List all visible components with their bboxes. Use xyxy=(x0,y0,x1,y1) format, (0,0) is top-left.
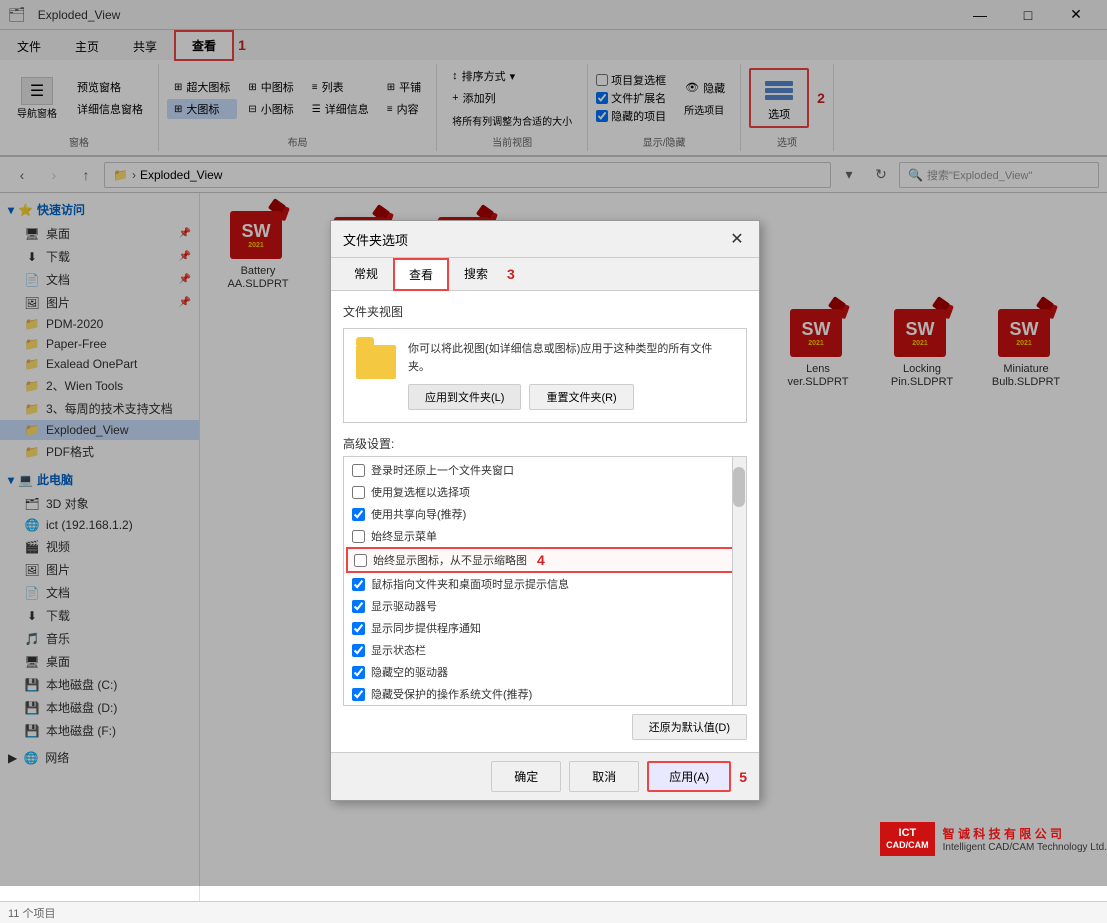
sharing-wizard-label: 使用共享向导(推荐) xyxy=(371,506,466,522)
watermark-cadcam: CAD/CAM xyxy=(886,840,929,852)
adv-item-checkbox-select[interactable]: 使用复选框以选择项 xyxy=(346,481,744,503)
always-icons-check[interactable] xyxy=(354,554,367,567)
status-bar-adv-label: 显示状态栏 xyxy=(371,642,426,658)
drive-letter-label: 显示驱动器号 xyxy=(371,598,437,614)
advanced-list-scrollbar[interactable] xyxy=(732,457,746,705)
status-bar: 11 个项目 xyxy=(0,901,1107,923)
adv-item-always-menu[interactable]: 始终显示菜单 xyxy=(346,525,744,547)
folder-view-description: 你可以将此视图(如详细信息或图标)应用于这种类型的所有文件夹。 应用到文件夹(L… xyxy=(408,341,734,410)
tooltip-label: 鼠标指向文件夹和桌面项时显示提示信息 xyxy=(371,576,569,592)
adv-item-sync-provider[interactable]: 显示同步提供程序通知 xyxy=(346,617,744,639)
reset-defaults-container: 还原为默认值(D) xyxy=(343,714,747,740)
watermark-company-cn: 智 诚 科 技 有 限 公 司 xyxy=(943,825,1107,842)
always-icons-label: 始终显示图标，从不显示缩略图 xyxy=(373,552,527,568)
checkbox-select-check[interactable] xyxy=(352,486,365,499)
sync-provider-check[interactable] xyxy=(352,622,365,635)
hide-empty-drives-label: 隐藏空的驱动器 xyxy=(371,664,448,680)
dialog-close-button[interactable]: ✕ xyxy=(727,229,747,249)
step3-label: 3 xyxy=(507,266,515,282)
watermark-ict: ICT xyxy=(886,826,929,840)
hide-protected-label: 隐藏受保护的操作系统文件(推荐) xyxy=(371,686,532,702)
reset-folders-button[interactable]: 重置文件夹(R) xyxy=(529,384,633,410)
adv-item-hidden-files-folder: 隐藏文件和文件夹 xyxy=(346,705,744,706)
adv-item-drive-letter[interactable]: 显示驱动器号 xyxy=(346,595,744,617)
advanced-title: 高级设置: xyxy=(343,435,747,452)
drive-letter-check[interactable] xyxy=(352,600,365,613)
dialog-content: 文件夹视图 你可以将此视图(如详细信息或图标)应用于这种类型的所有文件夹。 应用… xyxy=(331,291,759,752)
watermark-logo: ICT CAD/CAM xyxy=(880,822,935,856)
step5-label: 5 xyxy=(739,769,747,785)
status-bar-check[interactable] xyxy=(352,644,365,657)
adv-item-always-icons[interactable]: 始终显示图标，从不显示缩略图 4 xyxy=(346,547,744,573)
dialog-tab-view[interactable]: 查看 xyxy=(393,258,449,291)
dialog-tabs: 常规 查看 搜索 3 xyxy=(331,258,759,291)
cancel-button[interactable]: 取消 xyxy=(569,761,639,792)
advanced-list: 登录时还原上一个文件夹窗口 使用复选框以选择项 使用共享向导(推荐) 始终显示菜… xyxy=(343,456,747,706)
watermark-text-block: 智 诚 科 技 有 限 公 司 Intelligent CAD/CAM Tech… xyxy=(943,825,1107,853)
dialog-footer: 确定 取消 应用(A) 5 xyxy=(331,752,759,800)
folder-options-dialog: 文件夹选项 ✕ 常规 查看 搜索 3 文件夹视图 你可以将此视图(如详细信息或图… xyxy=(330,220,760,801)
folder-view-box: 你可以将此视图(如详细信息或图标)应用于这种类型的所有文件夹。 应用到文件夹(L… xyxy=(343,328,747,423)
adv-item-hide-protected[interactable]: 隐藏受保护的操作系统文件(推荐) xyxy=(346,683,744,705)
reset-defaults-button[interactable]: 还原为默认值(D) xyxy=(632,714,747,740)
always-menu-label: 始终显示菜单 xyxy=(371,528,437,544)
folder-view-title: 文件夹视图 xyxy=(343,303,747,320)
hide-empty-drives-check[interactable] xyxy=(352,666,365,679)
restore-folders-check[interactable] xyxy=(352,464,365,477)
checkbox-select-label: 使用复选框以选择项 xyxy=(371,484,470,500)
folder-view-buttons: 应用到文件夹(L) 重置文件夹(R) xyxy=(408,384,734,410)
status-text: 11 个项目 xyxy=(8,905,55,921)
dialog-overlay: 文件夹选项 ✕ 常规 查看 搜索 3 文件夹视图 你可以将此视图(如详细信息或图… xyxy=(0,0,1107,886)
adv-item-tooltip[interactable]: 鼠标指向文件夹和桌面项时显示提示信息 xyxy=(346,573,744,595)
folder-view-desc-text: 你可以将此视图(如详细信息或图标)应用于这种类型的所有文件夹。 xyxy=(408,341,734,376)
step4-label: 4 xyxy=(537,552,545,568)
dialog-tab-general[interactable]: 常规 xyxy=(339,258,393,291)
ok-button[interactable]: 确定 xyxy=(491,761,561,792)
apply-button[interactable]: 应用(A) xyxy=(647,761,731,792)
hide-protected-check[interactable] xyxy=(352,688,365,701)
adv-item-hide-empty-drives[interactable]: 隐藏空的驱动器 xyxy=(346,661,744,683)
apply-to-folders-button[interactable]: 应用到文件夹(L) xyxy=(408,384,521,410)
watermark: ICT CAD/CAM 智 诚 科 技 有 限 公 司 Intelligent … xyxy=(880,822,1107,856)
sync-provider-label: 显示同步提供程序通知 xyxy=(371,620,481,636)
folder-icon-large xyxy=(356,345,396,379)
adv-item-restore-folders[interactable]: 登录时还原上一个文件夹窗口 xyxy=(346,459,744,481)
adv-item-sharing-wizard[interactable]: 使用共享向导(推荐) xyxy=(346,503,744,525)
adv-item-status-bar[interactable]: 显示状态栏 xyxy=(346,639,744,661)
scrollbar-thumb xyxy=(733,467,745,507)
watermark-company-en: Intelligent CAD/CAM Technology Ltd. xyxy=(943,842,1107,853)
advanced-section: 高级设置: 登录时还原上一个文件夹窗口 使用复选框以选择项 使用共享向导(推荐) xyxy=(343,435,747,706)
sharing-wizard-check[interactable] xyxy=(352,508,365,521)
tooltip-check[interactable] xyxy=(352,578,365,591)
always-menu-check[interactable] xyxy=(352,530,365,543)
restore-folders-label: 登录时还原上一个文件夹窗口 xyxy=(371,462,514,478)
dialog-title-bar: 文件夹选项 ✕ xyxy=(331,221,759,258)
dialog-tab-search[interactable]: 搜索 xyxy=(449,258,503,291)
dialog-title-text: 文件夹选项 xyxy=(343,230,408,249)
